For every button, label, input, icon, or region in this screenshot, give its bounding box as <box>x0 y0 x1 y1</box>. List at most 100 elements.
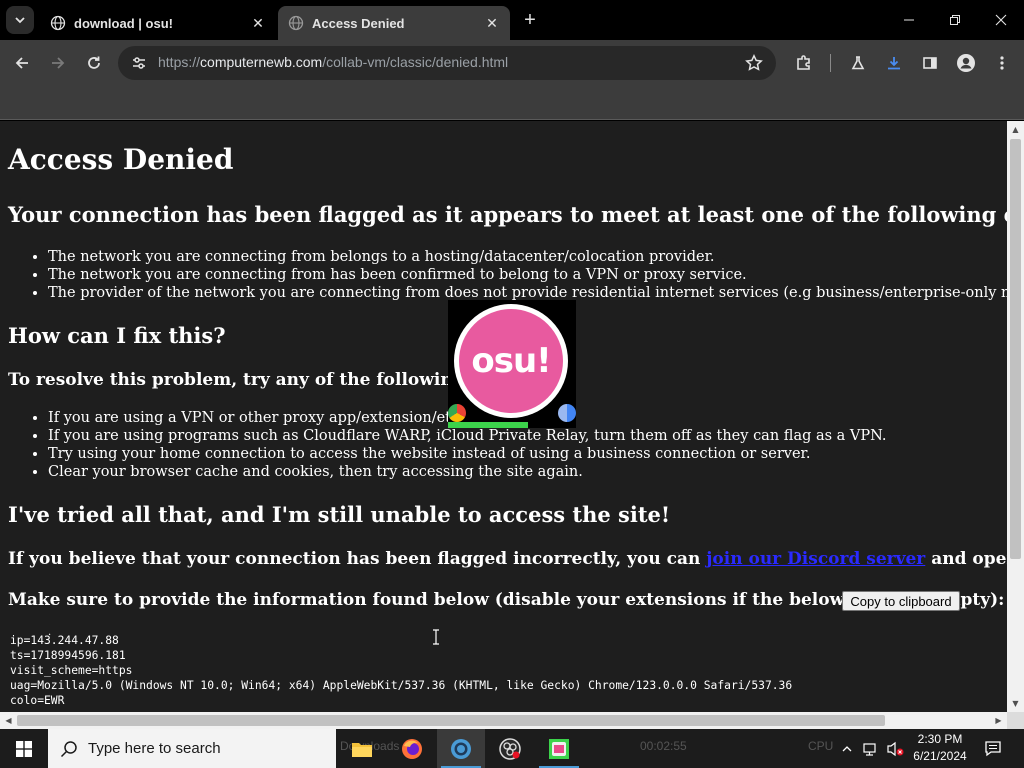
ghost-timer: 00:02:55 <box>640 739 687 753</box>
kebab-menu-icon <box>1000 56 1004 70</box>
site-info-icon[interactable] <box>130 54 148 72</box>
volume-muted-icon <box>887 741 904 756</box>
osu-overlay: osu! <box>448 300 576 428</box>
page-viewport: Access Denied Your connection has been f… <box>0 121 1007 712</box>
horizontal-scrollbar[interactable]: ◀ ▶ <box>0 712 1007 729</box>
url-scheme: https:// <box>158 54 201 70</box>
list-item: The network you are connecting from has … <box>48 266 1007 284</box>
chrome-icon <box>558 404 576 422</box>
folder-icon <box>352 742 372 757</box>
scroll-right-icon[interactable]: ▶ <box>990 712 1007 729</box>
restore-button[interactable] <box>932 0 978 40</box>
close-icon <box>995 14 1007 26</box>
connection-info[interactable]: ip=143.244.47.88 ts=1718994596.181 visit… <box>10 633 792 708</box>
scroll-up-icon[interactable]: ▲ <box>1007 121 1024 138</box>
flask-icon <box>851 56 865 70</box>
taskbar-search[interactable]: Type here to search <box>48 729 336 768</box>
taskbar: Type here to search Downloads 00:02:55 C… <box>0 729 1024 768</box>
tried-heading: I've tried all that, and I'm still unabl… <box>8 502 671 527</box>
volume-button[interactable] <box>884 729 906 768</box>
scroll-down-icon[interactable]: ▼ <box>1007 695 1024 712</box>
tab-title: Access Denied <box>312 15 405 31</box>
puzzle-icon <box>797 55 810 70</box>
osu-logo: osu! <box>454 304 568 418</box>
vertical-scrollbar[interactable]: ▲ ▼ <box>1007 121 1024 712</box>
list-item: The network you are connecting from belo… <box>48 248 1007 266</box>
new-tab-button[interactable]: + <box>518 8 542 32</box>
close-icon[interactable]: ✕ <box>248 13 268 33</box>
chevron-down-icon <box>15 17 25 24</box>
app-window-icon <box>549 738 569 759</box>
network-icon <box>863 742 876 756</box>
text-cursor-icon <box>433 629 439 645</box>
search-icon <box>60 740 77 757</box>
chrome-icon <box>451 738 471 759</box>
close-icon[interactable]: ✕ <box>482 13 502 33</box>
title-bar: download | osu! ✕ Access Denied ✕ + <box>0 0 1024 40</box>
forward-button[interactable] <box>44 49 72 77</box>
copy-to-clipboard-button[interactable]: Copy to clipboard <box>842 591 960 611</box>
arrow-left-icon <box>15 57 28 69</box>
system-clock[interactable]: 2:30 PM 6/21/2024 <box>906 731 974 765</box>
bookmark-star-icon[interactable] <box>744 53 764 73</box>
start-button[interactable] <box>0 729 48 768</box>
labs-button[interactable] <box>844 49 872 77</box>
resolve-heading: To resolve this problem, try any of the … <box>8 370 471 390</box>
discord-link[interactable]: join our Discord server <box>706 549 925 569</box>
incorrect-suffix: and open a ticket. <box>931 549 1007 569</box>
info-line: visit_scheme=https <box>10 664 133 677</box>
incorrect-prefix: If you believe that your connection has … <box>8 549 707 569</box>
scrollbar-thumb[interactable] <box>17 715 885 726</box>
toolbar-separator <box>830 54 831 72</box>
extensions-button[interactable] <box>790 49 818 77</box>
chrome-app[interactable] <box>437 729 485 768</box>
scrollbar-corner <box>1007 712 1024 729</box>
osu-app[interactable] <box>486 729 534 768</box>
fix-heading: How can I fix this? <box>8 323 226 348</box>
url-path: /collab-vm/classic/denied.html <box>322 54 509 70</box>
criteria-list: The network you are connecting from belo… <box>48 248 1007 302</box>
menu-button[interactable] <box>988 49 1016 77</box>
reload-icon <box>88 56 100 69</box>
back-button[interactable] <box>8 49 36 77</box>
network-button[interactable] <box>860 729 882 768</box>
tab-access-denied[interactable]: Access Denied ✕ <box>278 6 510 40</box>
url-text: https://computernewb.com/collab-vm/class… <box>158 54 508 70</box>
progress-bar <box>448 422 528 428</box>
minimize-icon <box>904 19 914 21</box>
restore-icon <box>950 15 960 25</box>
osu-logo-text: osu! <box>459 309 563 413</box>
side-panel-icon <box>923 57 937 69</box>
bookmarks-bar <box>0 86 1024 120</box>
download-icon <box>888 57 900 70</box>
incorrect-flag-text: If you believe that your connection has … <box>8 549 1007 569</box>
info-line: colo=EWR <box>10 694 65 707</box>
profile-button[interactable] <box>952 49 980 77</box>
globe-icon <box>50 15 66 31</box>
scrollbar-thumb[interactable] <box>1010 139 1021 559</box>
page-title: Access Denied <box>8 143 234 176</box>
firefox-icon <box>402 738 422 759</box>
arrow-right-icon <box>52 57 65 69</box>
notepad-app[interactable] <box>535 729 583 768</box>
tab-download-osu[interactable]: download | osu! ✕ <box>40 6 276 40</box>
chevron-up-icon <box>842 745 852 751</box>
reload-button[interactable] <box>80 49 108 77</box>
minimize-button[interactable] <box>886 0 932 40</box>
tray-overflow-button[interactable] <box>838 729 856 768</box>
notifications-button[interactable] <box>980 729 1008 768</box>
address-bar[interactable]: https://computernewb.com/collab-vm/class… <box>118 46 776 80</box>
chrome-icon <box>448 404 466 422</box>
tab-search-button[interactable] <box>6 6 34 34</box>
file-explorer-app[interactable] <box>338 729 386 768</box>
info-line: ip=143.244.47.88 <box>10 634 119 647</box>
tab-title: download | osu! <box>74 15 173 31</box>
list-item: If you are using programs such as Cloudf… <box>48 427 887 445</box>
firefox-app[interactable] <box>388 729 436 768</box>
close-window-button[interactable] <box>978 0 1024 40</box>
side-panel-button[interactable] <box>916 49 944 77</box>
url-host: computernewb.com <box>200 54 323 70</box>
clock-date: 6/21/2024 <box>913 749 967 763</box>
downloads-button[interactable] <box>880 49 908 77</box>
scroll-left-icon[interactable]: ◀ <box>0 712 17 729</box>
